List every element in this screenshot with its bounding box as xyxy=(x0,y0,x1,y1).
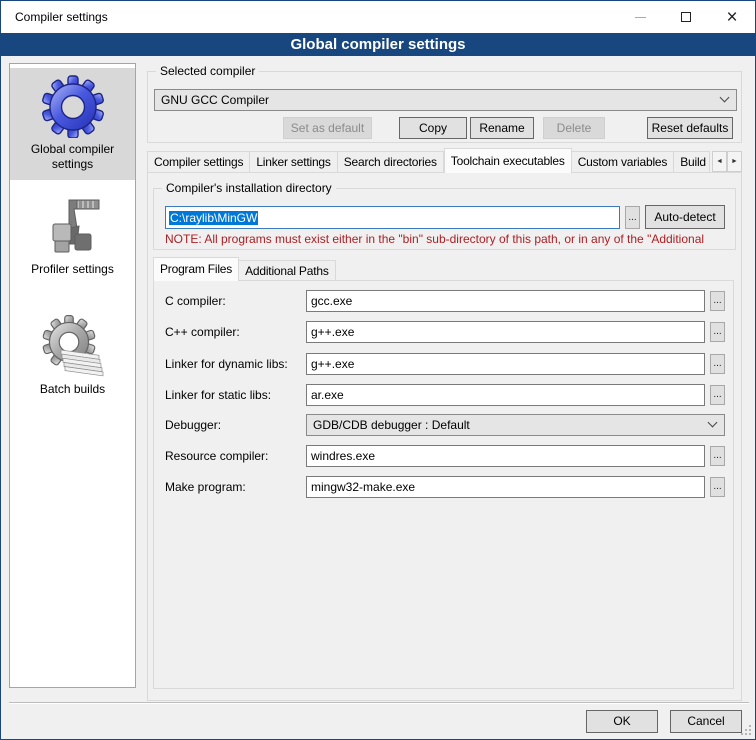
sub-tab-strip: Program Files Additional Paths xyxy=(153,257,453,281)
tab-program-files[interactable]: Program Files xyxy=(153,257,239,281)
maximize-icon xyxy=(681,12,691,22)
footer-divider xyxy=(9,702,749,704)
ok-button[interactable]: OK xyxy=(586,710,658,733)
tab-additional-paths[interactable]: Additional Paths xyxy=(239,260,336,281)
compiler-select-value: GNU GCC Compiler xyxy=(161,93,269,107)
reset-defaults-button[interactable]: Reset defaults xyxy=(647,117,733,139)
make-program-input[interactable] xyxy=(306,476,705,498)
installation-directory-browse-button[interactable]: ... xyxy=(625,206,640,229)
tab-scroll-right-button[interactable]: ► xyxy=(727,151,742,172)
main-tab-strip: Compiler settings Linker settings Search… xyxy=(147,148,711,173)
tab-build-options[interactable]: Build xyxy=(674,151,710,173)
selected-compiler-legend: Selected compiler xyxy=(156,64,259,78)
chevron-down-icon xyxy=(708,418,718,428)
minimize-icon xyxy=(635,17,646,18)
linker-static-label: Linker for static libs: xyxy=(165,388,271,402)
blue-gear-icon xyxy=(41,74,105,138)
installation-directory-value: C:\raylib\MinGW xyxy=(169,211,258,225)
resize-grip[interactable] xyxy=(741,725,751,735)
resource-compiler-input[interactable] xyxy=(306,445,705,467)
make-program-label: Make program: xyxy=(165,480,246,494)
sidebar-item-label: Batch builds xyxy=(12,382,133,397)
sidebar-item-label: Profiler settings xyxy=(12,262,133,277)
make-program-browse-button[interactable]: ... xyxy=(710,477,725,497)
linker-dynamic-browse-button[interactable]: ... xyxy=(710,354,725,374)
title-bar[interactable]: Compiler settings × xyxy=(1,1,755,33)
tab-compiler-settings[interactable]: Compiler settings xyxy=(147,151,250,173)
program-files-panel: C compiler: ... C++ compiler: ... Linker… xyxy=(153,280,734,689)
c-compiler-browse-button[interactable]: ... xyxy=(710,291,725,311)
resource-compiler-label: Resource compiler: xyxy=(165,449,268,463)
tab-search-directories[interactable]: Search directories xyxy=(338,151,444,173)
caliper-icon xyxy=(41,194,105,258)
close-icon: × xyxy=(726,8,737,27)
page-title: Global compiler settings xyxy=(1,33,755,56)
minimize-button[interactable] xyxy=(617,1,663,33)
compiler-settings-dialog: Compiler settings × Global compiler sett… xyxy=(0,0,756,740)
gray-gear-stack-icon xyxy=(41,314,105,378)
installation-directory-input[interactable]: C:\raylib\MinGW xyxy=(165,206,620,229)
tab-scroll-left-button[interactable]: ◄ xyxy=(712,151,727,172)
window-controls: × xyxy=(617,1,755,33)
delete-button[interactable]: Delete xyxy=(543,117,605,139)
debugger-select-value: GDB/CDB debugger : Default xyxy=(313,418,470,432)
cancel-button[interactable]: Cancel xyxy=(670,710,742,733)
maximize-button[interactable] xyxy=(663,1,709,33)
settings-sidebar: Global compiler settings Profiler settin… xyxy=(9,63,136,688)
tab-scroll-buttons: ◄ ► xyxy=(712,151,742,172)
installation-directory-group: Compiler's installation directory C:\ray… xyxy=(153,188,736,250)
c-compiler-label: C compiler: xyxy=(165,294,226,308)
linker-dynamic-input[interactable] xyxy=(306,353,705,375)
arrow-left-icon: ◄ xyxy=(716,158,723,165)
selected-compiler-group: Selected compiler GNU GCC Compiler Set a… xyxy=(147,71,742,143)
compiler-select[interactable]: GNU GCC Compiler xyxy=(154,89,737,111)
auto-detect-button[interactable]: Auto-detect xyxy=(645,205,725,229)
arrow-right-icon: ► xyxy=(731,158,738,165)
set-as-default-button[interactable]: Set as default xyxy=(283,117,372,139)
debugger-label: Debugger: xyxy=(165,418,221,432)
close-button[interactable]: × xyxy=(709,1,755,33)
resource-compiler-browse-button[interactable]: ... xyxy=(710,446,725,466)
cpp-compiler-browse-button[interactable]: ... xyxy=(710,322,725,342)
sidebar-item-global-compiler-settings[interactable]: Global compiler settings xyxy=(10,68,135,180)
tab-toolchain-executables[interactable]: Toolchain executables xyxy=(444,148,572,173)
copy-button[interactable]: Copy xyxy=(399,117,467,139)
linker-static-browse-button[interactable]: ... xyxy=(710,385,725,405)
cpp-compiler-input[interactable] xyxy=(306,321,705,343)
installation-directory-legend: Compiler's installation directory xyxy=(162,181,336,195)
debugger-select[interactable]: GDB/CDB debugger : Default xyxy=(306,414,725,436)
sidebar-item-label: Global compiler settings xyxy=(12,142,133,172)
rename-button[interactable]: Rename xyxy=(470,117,534,139)
sidebar-item-profiler-settings[interactable]: Profiler settings xyxy=(10,188,135,300)
tab-custom-variables[interactable]: Custom variables xyxy=(572,151,675,173)
window-title: Compiler settings xyxy=(15,10,108,24)
chevron-down-icon xyxy=(720,93,730,103)
tab-linker-settings[interactable]: Linker settings xyxy=(250,151,337,173)
linker-dynamic-label: Linker for dynamic libs: xyxy=(165,357,288,371)
note-text: NOTE: All programs must exist either in … xyxy=(165,232,731,246)
c-compiler-input[interactable] xyxy=(306,290,705,312)
cpp-compiler-label: C++ compiler: xyxy=(165,325,240,339)
linker-static-input[interactable] xyxy=(306,384,705,406)
sidebar-item-batch-builds[interactable]: Batch builds xyxy=(10,308,135,420)
